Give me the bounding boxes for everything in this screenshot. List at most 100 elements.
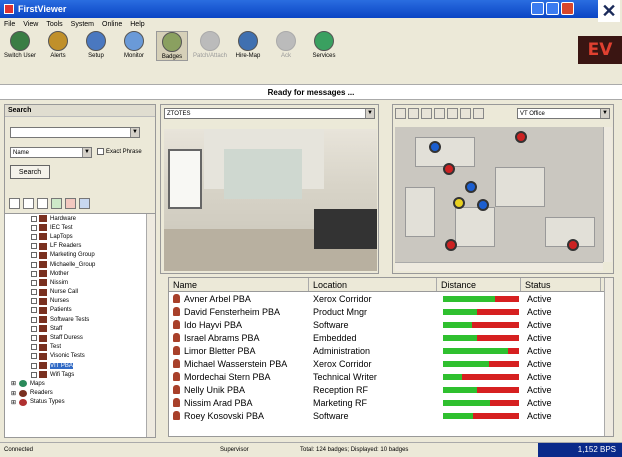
- tree-checkbox[interactable]: [31, 252, 37, 259]
- tree-root-item[interactable]: ⊞ Readers: [5, 389, 155, 398]
- menu-online[interactable]: Online: [102, 21, 122, 28]
- tree-checkbox[interactable]: [31, 279, 37, 286]
- toolbar-alerts-button[interactable]: Alerts: [42, 31, 74, 59]
- badge-group-tree[interactable]: Hardware IEC Test LapTops LF Readers Marketi…: [5, 213, 155, 437]
- filter-icon[interactable]: [51, 197, 62, 209]
- tree-root-item[interactable]: ⊞ Maps: [5, 379, 155, 388]
- toolbar-monitor-button[interactable]: Monitor: [118, 31, 150, 59]
- expand-icon[interactable]: ⊞: [11, 380, 16, 387]
- toolbar-hire-map-button[interactable]: Hire-Map: [232, 31, 264, 59]
- tree-item[interactable]: Hardware: [5, 214, 155, 223]
- badge-marker[interactable]: [477, 199, 489, 211]
- tree-item[interactable]: LF Readers: [5, 242, 155, 251]
- tree-item[interactable]: Wifi Tags: [5, 370, 155, 379]
- tree-item[interactable]: Nurse Call: [5, 288, 155, 297]
- tree-item[interactable]: Test: [5, 343, 155, 352]
- alarm-marker[interactable]: [445, 239, 457, 251]
- tree-item[interactable]: VIT PBA: [5, 361, 155, 370]
- tree-checkbox[interactable]: [31, 371, 37, 378]
- menu-file[interactable]: File: [4, 21, 15, 28]
- badge-marker[interactable]: [453, 197, 465, 209]
- close-window-button[interactable]: [561, 2, 574, 15]
- arrow-right-icon[interactable]: [460, 108, 471, 119]
- tree-item[interactable]: Staff Duress: [5, 333, 155, 342]
- tree-item[interactable]: Nurses: [5, 297, 155, 306]
- table-row[interactable]: Mordechai Stern PBA Technical Writer Activ…: [169, 370, 613, 383]
- tree-root-item[interactable]: ⊞ Status Types: [5, 398, 155, 407]
- tree-checkbox[interactable]: [31, 289, 37, 296]
- tree-item[interactable]: Software Tests: [5, 315, 155, 324]
- table-row[interactable]: Ido Hayvi PBA Software Active: [169, 318, 613, 331]
- tree-checkbox[interactable]: [31, 307, 37, 314]
- minimize-button[interactable]: [531, 2, 544, 15]
- new-icon[interactable]: [9, 197, 20, 209]
- tree-checkbox[interactable]: [31, 261, 37, 268]
- alarm-marker[interactable]: [443, 163, 455, 175]
- table-row[interactable]: Israel Abrams PBA Embedded Active: [169, 331, 613, 344]
- zoom-in-icon[interactable]: [395, 108, 406, 119]
- table-row[interactable]: Nissim Arad PBA Marketing RF Active: [169, 396, 613, 409]
- arrow-up-icon[interactable]: [473, 108, 484, 119]
- zoom-reset-icon[interactable]: [434, 108, 445, 119]
- badge-marker[interactable]: [465, 181, 477, 193]
- tree-checkbox[interactable]: [31, 325, 37, 332]
- table-row[interactable]: Michael Wasserstein PBA Xerox Corridor Act…: [169, 357, 613, 370]
- table-row[interactable]: Avner Arbel PBA Xerox Corridor Active: [169, 292, 613, 305]
- alarm-marker[interactable]: [567, 239, 579, 251]
- toolbar-patch-attach-button[interactable]: Patch/Attach: [193, 31, 227, 59]
- save-icon[interactable]: [37, 197, 48, 209]
- badge-marker[interactable]: [429, 141, 441, 153]
- tree-checkbox[interactable]: [31, 215, 37, 222]
- expand-icon[interactable]: ⊞: [11, 390, 16, 397]
- tree-item[interactable]: Patients: [5, 306, 155, 315]
- close-icon[interactable]: ✕: [598, 0, 620, 22]
- tree-checkbox[interactable]: [31, 362, 37, 369]
- toolbar-badges-button[interactable]: Badges: [156, 31, 188, 61]
- column-header-distance[interactable]: Distance: [437, 278, 521, 291]
- toolbar-services-button[interactable]: Services: [308, 31, 340, 59]
- tree-scrollbar[interactable]: [146, 214, 155, 437]
- tree-checkbox[interactable]: [31, 243, 37, 250]
- alarm-marker[interactable]: [515, 131, 527, 143]
- sort-icon[interactable]: [79, 197, 90, 209]
- tree-checkbox[interactable]: [31, 224, 37, 231]
- tree-checkbox[interactable]: [31, 316, 37, 323]
- column-header-name[interactable]: Name: [169, 278, 309, 291]
- maximize-button[interactable]: [546, 2, 559, 15]
- table-scrollbar[interactable]: [604, 278, 613, 436]
- tree-item[interactable]: Michaelle_Group: [5, 260, 155, 269]
- exact-phrase-checkbox[interactable]: [97, 148, 104, 155]
- table-row[interactable]: Limor Bletter PBA Administration Active: [169, 344, 613, 357]
- tree-item[interactable]: Mother: [5, 269, 155, 278]
- floor-map[interactable]: [395, 127, 603, 262]
- map-horizontal-scrollbar[interactable]: [395, 262, 603, 271]
- tree-item[interactable]: LapTops: [5, 232, 155, 241]
- tree-checkbox[interactable]: [31, 298, 37, 305]
- zoom-fit-icon[interactable]: [421, 108, 432, 119]
- tree-checkbox[interactable]: [31, 344, 37, 351]
- tree-item[interactable]: Nissim: [5, 278, 155, 287]
- menu-system[interactable]: System: [71, 21, 94, 28]
- tree-checkbox[interactable]: [31, 353, 37, 360]
- menu-view[interactable]: View: [23, 21, 38, 28]
- tree-checkbox[interactable]: [31, 270, 37, 277]
- open-folder-icon[interactable]: [23, 197, 34, 209]
- exact-phrase-option[interactable]: Exact Phrase: [97, 148, 142, 155]
- toolbar-ack-button[interactable]: Ack: [270, 31, 302, 59]
- arrow-left-icon[interactable]: [447, 108, 458, 119]
- table-row[interactable]: Roey Kosovski PBA Software Active: [169, 409, 613, 422]
- column-header-location[interactable]: Location: [309, 278, 437, 291]
- menu-tools[interactable]: Tools: [46, 21, 62, 28]
- search-text-select[interactable]: ▼: [10, 127, 140, 138]
- search-field-select[interactable]: Name ▼: [10, 147, 92, 158]
- toolbar-switch-user-button[interactable]: Switch User: [4, 31, 36, 59]
- tree-checkbox[interactable]: [31, 233, 37, 240]
- zoom-out-icon[interactable]: [408, 108, 419, 119]
- menu-help[interactable]: Help: [130, 21, 144, 28]
- table-row[interactable]: David Fensterheim PBA Product Mngr Active: [169, 305, 613, 318]
- table-row[interactable]: Nelly Unik PBA Reception RF Active: [169, 383, 613, 396]
- search-button[interactable]: Search: [10, 165, 50, 179]
- expand-icon[interactable]: ⊞: [11, 399, 16, 406]
- toolbar-setup-button[interactable]: Setup: [80, 31, 112, 59]
- tree-checkbox[interactable]: [31, 335, 37, 342]
